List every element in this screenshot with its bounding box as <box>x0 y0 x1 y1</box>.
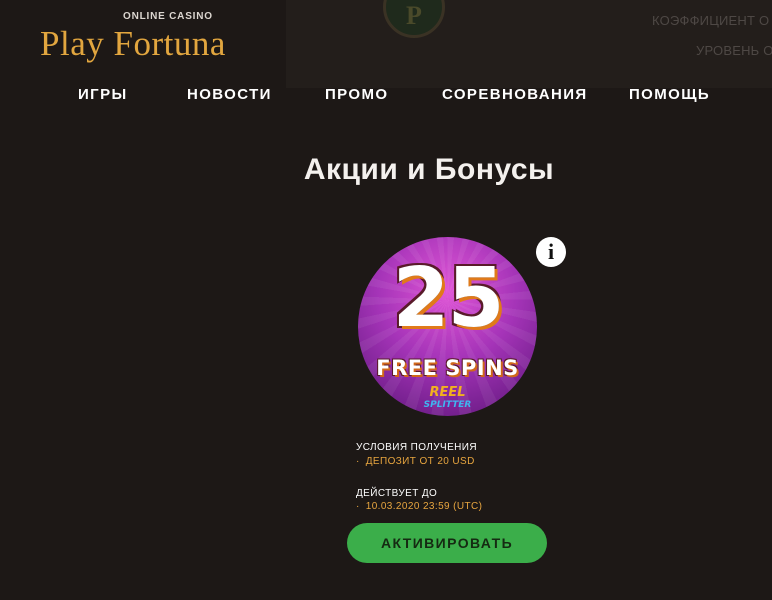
promo-game-logo: REEL SPLITTER <box>358 385 537 411</box>
top-info-panel: P КОЭФФИЦИЕНТ О УРОВЕНЬ О <box>286 0 772 88</box>
bullet-icon: · <box>356 456 360 467</box>
activate-button[interactable]: АКТИВИРОВАТЬ <box>347 523 547 563</box>
page-title: Акции и Бонусы <box>303 153 555 186</box>
nav-item-help[interactable]: ПОМОЩЬ <box>629 86 710 103</box>
promo-game-line1: REEL <box>429 385 466 400</box>
promo-image[interactable]: 25 FREE SPINS REEL SPLITTER <box>358 237 537 416</box>
coefficient-label: КОЭФФИЦИЕНТ О <box>652 13 770 28</box>
conditions-value-text: ДЕПОЗИТ ОТ 20 USD <box>365 456 475 467</box>
coin-logo-icon: P <box>383 0 445 38</box>
nav-item-promo[interactable]: ПРОМО <box>325 86 388 103</box>
level-label: УРОВЕНЬ О <box>696 43 772 58</box>
main-nav: ИГРЫ НОВОСТИ ПРОМО СОРЕВНОВАНИЯ ПОМОЩЬ <box>0 86 772 106</box>
promo-subtitle: FREE SPINS <box>376 356 519 380</box>
promo-number: 25 <box>392 251 504 346</box>
conditions-label: УСЛОВИЯ ПОЛУЧЕНИЯ <box>356 442 477 453</box>
promo-game-line2: SPLITTER <box>423 400 472 410</box>
valid-until-label: ДЕЙСТВУЕТ ДО <box>356 488 438 499</box>
bullet-icon: · <box>356 501 360 512</box>
logo-subtitle: ONLINE CASINO <box>123 11 213 22</box>
valid-until-value-text: 10.03.2020 23:59 (UTC) <box>365 501 483 512</box>
info-icon[interactable]: i <box>536 237 566 267</box>
conditions-value: · ДЕПОЗИТ ОТ 20 USD <box>356 456 475 467</box>
nav-item-news[interactable]: НОВОСТИ <box>187 86 272 103</box>
nav-item-competitions[interactable]: СОРЕВНОВАНИЯ <box>442 86 588 103</box>
site-logo[interactable]: Play Fortuna <box>40 24 226 64</box>
valid-until-value: · 10.03.2020 23:59 (UTC) <box>356 501 482 512</box>
nav-item-games[interactable]: ИГРЫ <box>78 86 128 103</box>
